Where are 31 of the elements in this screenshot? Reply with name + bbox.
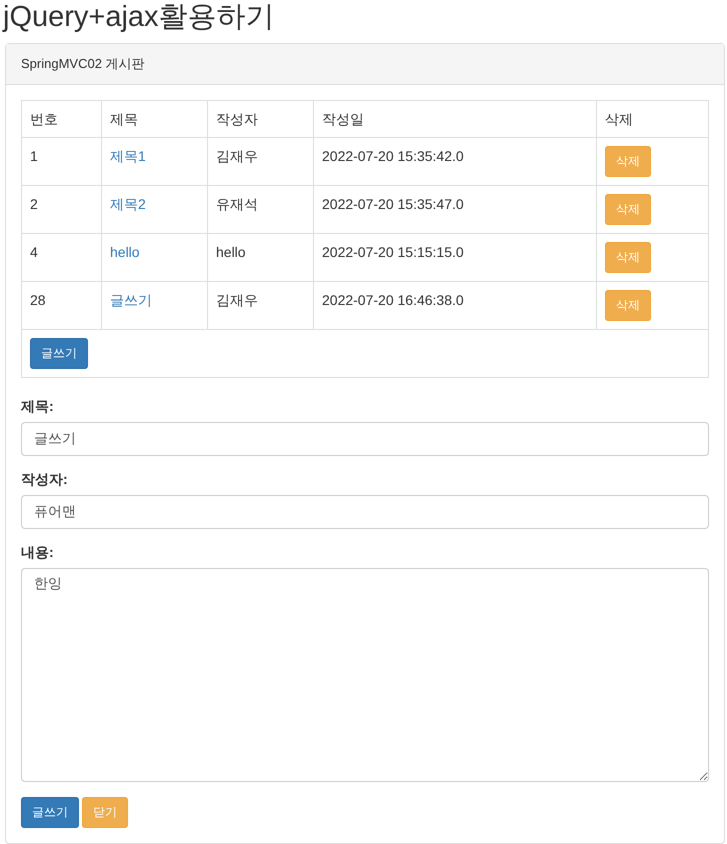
table-cell: 1 bbox=[22, 138, 102, 186]
field-label: 내용: bbox=[21, 544, 54, 562]
panel-title: SpringMVC02 게시판 bbox=[21, 55, 145, 73]
table-cell: 2022-07-20 15:35:47.0 bbox=[314, 186, 596, 234]
field-label: 작성자: bbox=[21, 471, 68, 489]
table-cell: 2022-07-20 15:35:42.0 bbox=[314, 138, 596, 186]
input-field[interactable]: 퓨어맨 bbox=[21, 495, 709, 529]
content-field[interactable]: 한잉 bbox=[21, 568, 709, 782]
title-link[interactable]: 제목2 bbox=[110, 194, 146, 214]
table-cell: 28 bbox=[22, 282, 102, 330]
submit-button[interactable]: 글쓰기 bbox=[21, 797, 79, 828]
table-cell: 2 bbox=[22, 186, 102, 234]
input-field[interactable]: 글쓰기 bbox=[21, 422, 709, 456]
table-cell: 4 bbox=[22, 234, 102, 282]
title-link[interactable]: hello bbox=[110, 242, 140, 262]
title-link[interactable]: 글쓰기 bbox=[110, 290, 152, 310]
column-header: 번호 bbox=[22, 100, 102, 138]
write-button[interactable]: 글쓰기 bbox=[30, 338, 88, 369]
column-header: 삭제 bbox=[596, 100, 708, 138]
column-header: 제목 bbox=[102, 100, 208, 138]
table-cell: 유재석 bbox=[208, 186, 314, 234]
field-label: 제목: bbox=[21, 398, 54, 416]
table-cell: 2022-07-20 16:46:38.0 bbox=[314, 282, 596, 330]
page-title: jQuery+ajax활용하기 bbox=[3, 0, 275, 35]
table-cell: 2022-07-20 15:15:15.0 bbox=[314, 234, 596, 282]
table-cell: hello bbox=[208, 234, 314, 282]
column-header: 작성일 bbox=[314, 100, 596, 138]
table-cell: 김재우 bbox=[208, 138, 314, 186]
column-header: 작성자 bbox=[208, 100, 314, 138]
table-cell: 김재우 bbox=[208, 282, 314, 330]
title-link[interactable]: 제목1 bbox=[110, 146, 146, 166]
